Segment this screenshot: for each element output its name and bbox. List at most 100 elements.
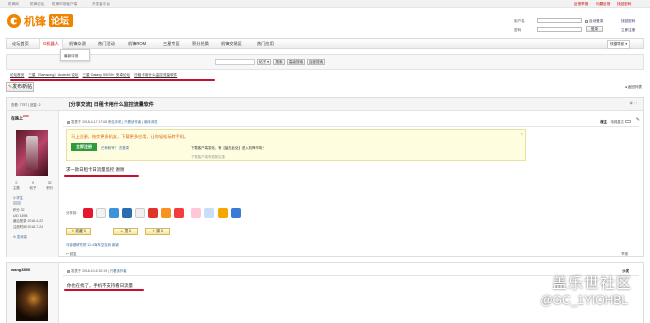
print-icon[interactable]: ▣: [630, 101, 633, 105]
kaixin-share-icon[interactable]: [135, 208, 145, 218]
meta-link-mobile[interactable]: 来自手机: [108, 120, 122, 124]
nav-item-test[interactable]: 机锋众测: [69, 41, 86, 47]
quick-nav-button[interactable]: 快捷导航 ▾: [607, 40, 631, 49]
tencent-weibo-share-icon[interactable]: [96, 208, 106, 218]
downvote-button[interactable]: ▼ 踩 0: [145, 228, 170, 235]
stat-posts-value: 9: [32, 181, 34, 185]
notice-register-button[interactable]: 立即注册: [71, 143, 97, 151]
baidu-share-icon[interactable]: [191, 208, 201, 218]
weibo-share-icon[interactable]: [83, 208, 93, 218]
netease-share-icon[interactable]: [174, 208, 184, 218]
breadcrumb-thread[interactable]: 日租卡用什么监控流量软件: [134, 73, 177, 77]
info-value: 2018-4-22: [27, 219, 43, 223]
site-logo[interactable]: 机锋 论坛: [6, 11, 74, 30]
stat-threads[interactable]: 0 主题: [13, 181, 20, 190]
auto-login-checkbox[interactable]: 自动登录: [585, 19, 603, 24]
more-share-icon[interactable]: [231, 208, 241, 218]
login-button[interactable]: 登录: [586, 26, 603, 32]
username-input[interactable]: [537, 18, 582, 23]
topbar-findpw-link[interactable]: 找回密码: [617, 2, 631, 7]
nav-dropdown-menu[interactable]: 最新评测: [60, 49, 90, 61]
topbar-feedback-link[interactable]: 问题反馈: [596, 2, 610, 7]
favorite-button[interactable]: ★ 收藏 0: [66, 228, 91, 235]
close-icon[interactable]: ×: [521, 131, 523, 136]
send-message-link[interactable]: ✉ 发消息: [13, 234, 27, 239]
topbar-link-4[interactable]: 开发者平台: [92, 2, 110, 7]
author-panel: 在路上2018 0 主题 9 帖子 32 积分 小学生 积分 32 UID 1898 …: [7, 111, 59, 257]
search-input[interactable]: [215, 59, 255, 65]
stat-posts[interactable]: 9 帖子: [30, 181, 37, 190]
search-bar: 帖子 ▾ 搜索 高级搜索 百度搜索: [6, 54, 644, 70]
topbar-link-1[interactable]: 机锋网: [8, 2, 19, 7]
views-count: 查看: 7757: [11, 103, 28, 107]
meta-link-reverse[interactable]: 倒序浏览: [144, 120, 158, 124]
author-name[interactable]: 在路上2018: [11, 115, 29, 121]
renren-share-icon[interactable]: [122, 208, 132, 218]
username-label: 用户名: [514, 19, 525, 23]
avatar[interactable]: [16, 130, 48, 176]
password-input[interactable]: [537, 27, 582, 32]
notice-login-link[interactable]: 已有帐号？ 去登录: [101, 145, 129, 150]
nav-item-points[interactable]: 积分兑换: [192, 41, 209, 47]
back-list-label: 返回列表: [627, 85, 642, 89]
stat-threads-label: 主题: [13, 186, 20, 190]
author-name[interactable]: wang3890: [11, 267, 30, 272]
star-icon: ★: [71, 229, 75, 233]
message-icon: ✉: [13, 235, 16, 239]
douban-share-icon[interactable]: [148, 208, 158, 218]
jump-floor-input[interactable]: [625, 120, 631, 123]
baidu-search-button[interactable]: 百度搜索: [307, 59, 325, 65]
dropdown-item-review[interactable]: 最新评测: [64, 54, 78, 58]
nav-item-trade[interactable]: 机锋交易区: [221, 41, 242, 47]
breadcrumb-samsung[interactable]: 三星（Samsung）Android 论坛: [28, 73, 78, 77]
avatar[interactable]: [16, 281, 48, 321]
topbar-report-link[interactable]: 反馈举报: [574, 2, 588, 7]
register-link[interactable]: 立即注册: [621, 28, 635, 33]
find-password-link[interactable]: 找回密码: [621, 19, 635, 24]
stat-points[interactable]: 32 积分: [46, 181, 53, 190]
register-notice: 马上注册，结交更多机友，下载更多应用，让你轻松玩转手机。 立即注册 已有帐号？ …: [66, 129, 526, 161]
back-to-list-link[interactable]: ◂ 返回列表: [625, 85, 642, 90]
stat-points-value: 32: [47, 181, 52, 185]
sina-blog-share-icon[interactable]: [204, 208, 214, 218]
search-type-select[interactable]: 帖子 ▾: [257, 59, 271, 65]
search-button[interactable]: 搜索: [273, 59, 285, 65]
new-post-button[interactable]: ✎发布新帖: [6, 82, 34, 92]
sohu-share-icon[interactable]: [161, 208, 171, 218]
post-footer-note: 马钟健研究院 12-4驾车空见码 新颖: [66, 243, 119, 247]
nav-item-home[interactable]: 论坛首页: [12, 41, 29, 47]
rank-stars-icon: [13, 201, 21, 205]
nav-item-apps[interactable]: 热门应用: [257, 41, 274, 47]
topbar-link-2[interactable]: 机锋论坛: [30, 2, 44, 7]
main-nav: 论坛首页 G机器人 机锋众测 热门活动 机锋ROM 三星专区 积分兑换 机锋交易…: [6, 38, 644, 49]
nav-item-activity[interactable]: 热门活动: [98, 41, 115, 47]
info-value: 1898: [19, 213, 28, 218]
nav-item-rom[interactable]: 机锋ROM: [128, 41, 146, 47]
highlight-underline: [10, 79, 215, 81]
downvote-label: 踩 0: [156, 229, 164, 233]
qzone-share-icon[interactable]: [109, 208, 119, 218]
advanced-search-button[interactable]: 高级搜索: [287, 59, 305, 65]
notice-app-text: 下载客户端发帖，有【猛击此处】进入机锋市场！: [191, 146, 266, 150]
meta-link-author-only[interactable]: 只看该作者: [110, 269, 127, 273]
meta-link-author-only[interactable]: 只看该作者: [124, 120, 141, 124]
breadcrumb-s9[interactable]: 三星 Galaxy S9/S9+ 安卓论坛: [83, 73, 131, 77]
edit-pen-icon[interactable]: ✎: [636, 117, 640, 123]
nav-item-robot[interactable]: G机器人: [39, 39, 63, 49]
next-thread-icon[interactable]: ›: [636, 101, 637, 105]
nav-item-samsung[interactable]: 三星专区: [163, 41, 180, 47]
breadcrumb-home[interactable]: 论坛首页: [10, 73, 24, 77]
prev-thread-icon[interactable]: ‹: [634, 101, 635, 105]
password-label: 密码: [514, 28, 522, 32]
reply-link[interactable]: ↩ 回复: [66, 251, 77, 256]
replies-count: 回复: 2: [29, 103, 41, 107]
phone-image: [26, 136, 38, 170]
report-link[interactable]: 举报: [621, 251, 628, 256]
upvote-button[interactable]: ▲ 顶 0: [113, 228, 138, 235]
author-panel: wang3890: [7, 263, 59, 323]
topbar-link-3[interactable]: 机锋市场客户端: [52, 2, 77, 7]
thumbs-down-icon: ▼: [151, 229, 156, 233]
jump-floor[interactable]: 电梯直达: [610, 119, 631, 124]
favorite-star-icon[interactable]: [218, 208, 228, 218]
chevron-down-icon: ▾: [266, 60, 269, 64]
